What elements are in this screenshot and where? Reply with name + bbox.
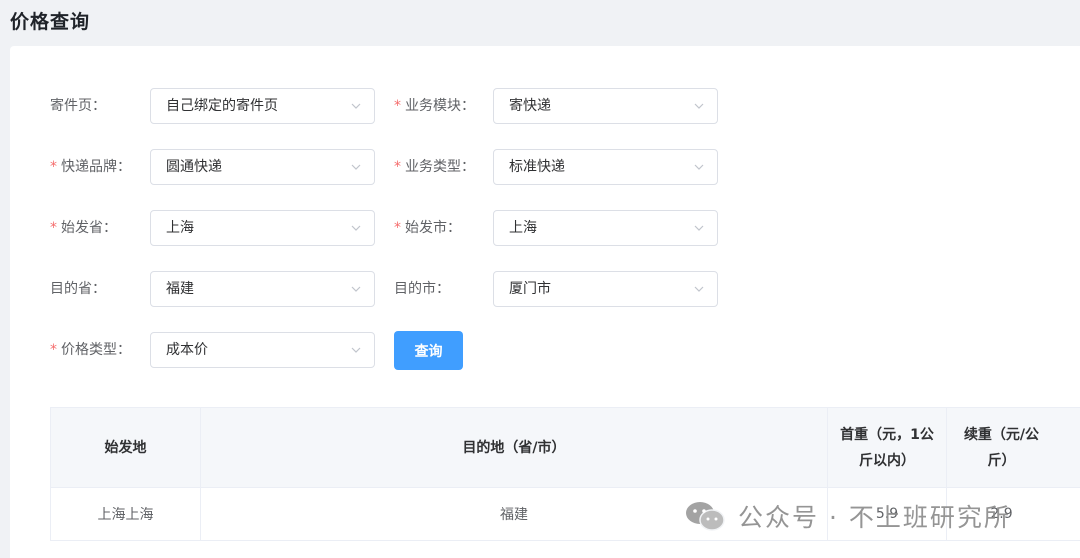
watermark: 公众号 · 不上班研究所	[684, 497, 1011, 535]
business-module-label: * 业务模块：	[394, 98, 475, 114]
table-header: 始发地 目的地（省/市） 首重（元，1公斤以内） 续重（元/公斤）	[50, 407, 1080, 488]
query-panel: 寄件页： 自己绑定的寄件页 * 业务模块： 寄快递 * 快递品牌： 圆通快递 * 业务…	[10, 46, 1080, 558]
dest-province-select[interactable]: 福建	[150, 271, 375, 307]
price-type-label: * 价格类型：	[50, 342, 131, 358]
origin-city-label: * 始发市：	[394, 220, 461, 236]
origin-city-select[interactable]: 上海	[493, 210, 718, 246]
chevron-down-icon	[351, 103, 361, 109]
express-brand-select[interactable]: 圆通快递	[150, 149, 375, 185]
sender-page-label: 寄件页：	[50, 98, 106, 114]
chevron-down-icon	[351, 347, 361, 353]
origin-province-select[interactable]: 上海	[150, 210, 375, 246]
business-type-select[interactable]: 标准快递	[493, 149, 718, 185]
chevron-down-icon	[694, 286, 704, 292]
business-type-value: 标准快递	[509, 159, 565, 175]
dest-city-label: 目的市：	[394, 281, 450, 297]
chevron-down-icon	[694, 225, 704, 231]
sender-page-value: 自己绑定的寄件页	[166, 98, 278, 114]
origin-province-label: * 始发省：	[50, 220, 117, 236]
sender-page-select[interactable]: 自己绑定的寄件页	[150, 88, 375, 124]
page-title: 价格查询	[10, 11, 91, 33]
chevron-down-icon	[694, 103, 704, 109]
chevron-down-icon	[694, 164, 704, 170]
header-destination: 目的地（省/市）	[200, 408, 827, 487]
express-brand-value: 圆通快递	[166, 159, 222, 175]
chevron-down-icon	[351, 286, 361, 292]
cell-origin: 上海上海	[50, 488, 200, 540]
business-module-value: 寄快递	[509, 98, 551, 114]
header-origin: 始发地	[50, 408, 200, 487]
express-brand-label: * 快递品牌：	[50, 159, 131, 175]
header-first-weight: 首重（元，1公斤以内）	[827, 408, 946, 487]
chevron-down-icon	[351, 225, 361, 231]
price-type-select[interactable]: 成本价	[150, 332, 375, 368]
wechat-icon	[686, 502, 725, 531]
origin-city-value: 上海	[509, 220, 537, 236]
watermark-text: 公众号 · 不上班研究所	[738, 503, 1011, 532]
dest-city-select[interactable]: 厦门市	[493, 271, 718, 307]
dest-city-value: 厦门市	[509, 281, 551, 297]
dest-province-value: 福建	[166, 281, 194, 297]
header-additional-weight: 续重（元/公斤）	[946, 408, 1056, 487]
business-type-label: * 业务类型：	[394, 159, 475, 175]
business-module-select[interactable]: 寄快递	[493, 88, 718, 124]
origin-province-value: 上海	[166, 220, 194, 236]
query-button[interactable]: 查询	[394, 331, 463, 370]
chevron-down-icon	[351, 164, 361, 170]
dest-province-label: 目的省：	[50, 281, 106, 297]
price-type-value: 成本价	[166, 342, 208, 358]
